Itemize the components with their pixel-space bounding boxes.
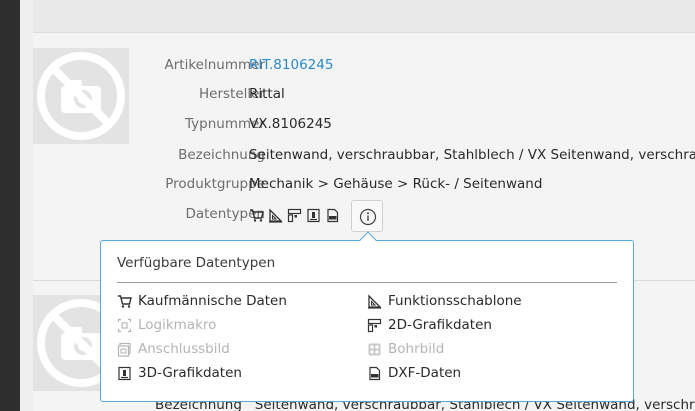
page-gutter	[20, 0, 33, 411]
cube-3d-icon[interactable]	[306, 208, 321, 223]
popover-title-divider	[117, 282, 617, 283]
datatype-info-button[interactable]	[351, 200, 383, 232]
datatype-item-label: Bohrbild	[388, 341, 445, 357]
datatype-item-label: Anschlussbild	[138, 341, 230, 357]
datatype-icon-list	[249, 205, 340, 225]
layout-2d-icon	[367, 318, 382, 333]
field-label-datentypen: Datentypen	[185, 206, 265, 222]
dxf-file-icon[interactable]	[325, 208, 340, 223]
field-label-bezeichnung: Bezeichnung	[178, 147, 265, 163]
dxf-file-icon	[369, 366, 381, 381]
layout-2d-icon[interactable]	[287, 208, 302, 223]
app-sidebar-edge	[0, 0, 20, 411]
datatype-item-label: Kaufmännische Daten	[138, 293, 287, 309]
set-square-icon[interactable]	[268, 207, 283, 223]
set-square-icon	[368, 294, 382, 309]
drill-pattern-icon	[368, 343, 381, 356]
datatype-item-label: Funktionsschablone	[388, 293, 522, 309]
popover-title: Verfügbare Datentypen	[117, 255, 276, 271]
field-label-hersteller: Hersteller	[199, 86, 265, 102]
previous-product-card	[33, 0, 695, 33]
field-label-artikelnummer: Artikelnummer	[164, 57, 266, 73]
datatype-item-label: DXF-Daten	[388, 365, 462, 381]
shopping-cart-icon[interactable]	[249, 208, 264, 223]
shopping-cart-icon	[118, 295, 132, 308]
description-value: Seitenwand, verschraubbar, Stahlblech / …	[249, 147, 695, 163]
manufacturer-value: Rittal	[249, 86, 285, 102]
datatype-item-label: Logikmakro	[138, 317, 217, 333]
info-icon	[359, 208, 377, 226]
connection-image-icon	[117, 342, 131, 357]
field-label-produktgruppe: Produktgruppe	[165, 176, 265, 192]
field-label-typnummer: Typnummer	[185, 116, 265, 132]
article-number-link[interactable]: RIT.8106245	[249, 55, 333, 75]
type-number-value: VX.8106245	[249, 116, 332, 132]
product-group-value: Mechanik > Gehäuse > Rück- / Seitenwand	[249, 176, 543, 192]
logic-macro-icon	[117, 318, 132, 333]
datatype-item-label: 3D-Grafikdaten	[138, 365, 242, 381]
datatype-item-label: 2D-Grafikdaten	[388, 317, 492, 333]
cube-3d-icon	[118, 366, 131, 381]
datatypes-popover: Verfügbare Datentypen Kaufmännische Date…	[100, 231, 634, 402]
